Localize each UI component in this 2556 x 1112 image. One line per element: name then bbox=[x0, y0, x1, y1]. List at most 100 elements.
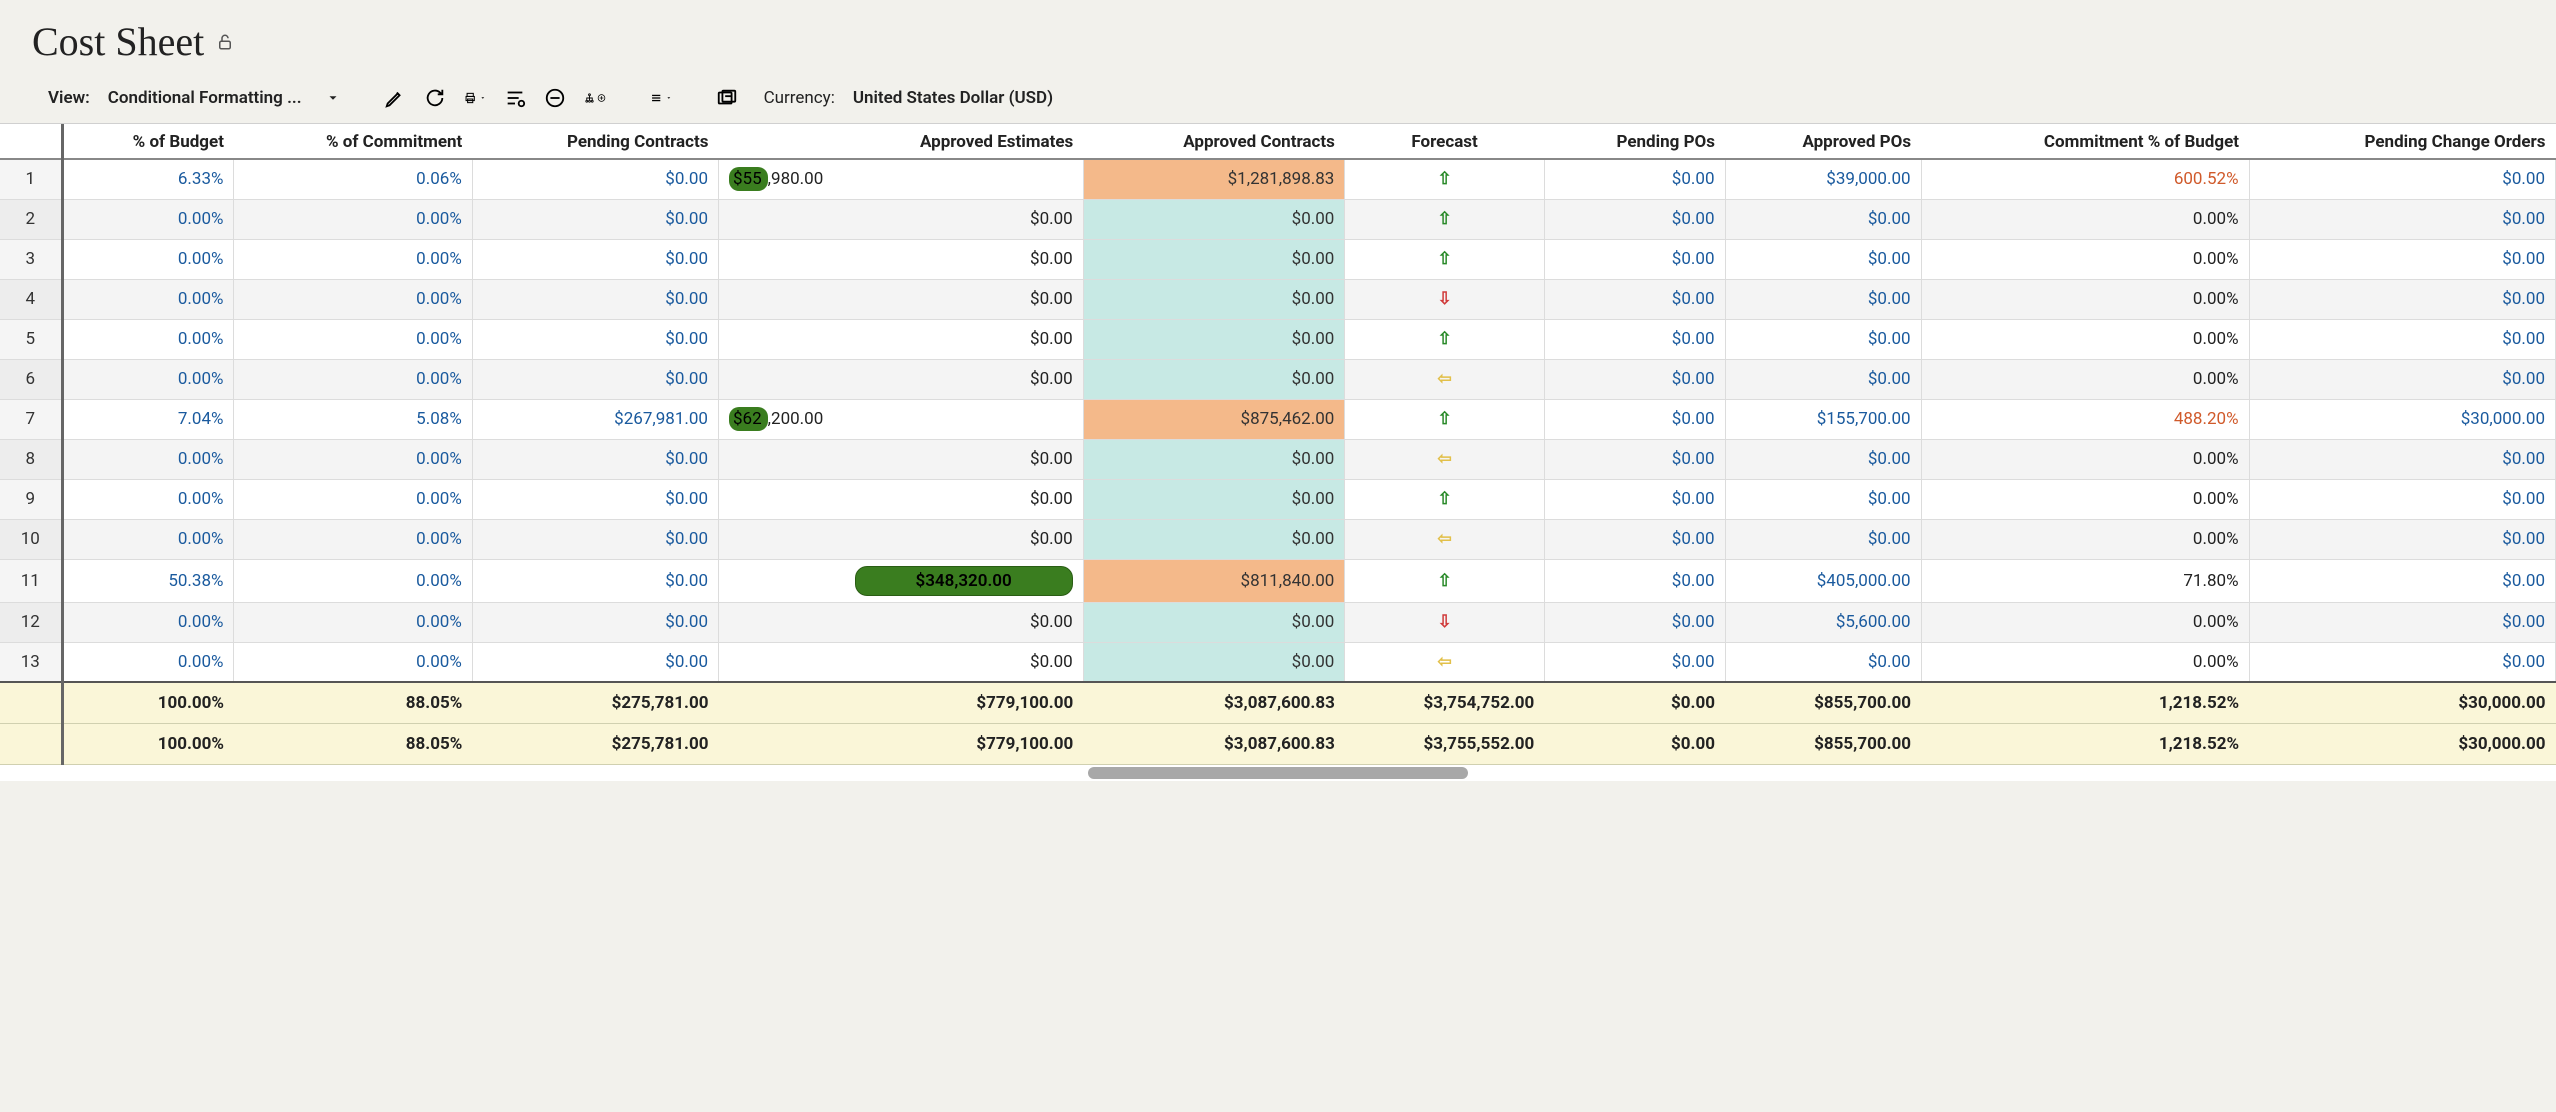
cell[interactable]: $0.00 bbox=[2249, 319, 2555, 359]
column-header[interactable]: Forecast bbox=[1345, 124, 1544, 159]
cell[interactable]: $0.00 bbox=[472, 319, 718, 359]
refresh-icon[interactable] bbox=[424, 87, 446, 109]
cell[interactable]: $0.00 bbox=[472, 359, 718, 399]
cell[interactable]: $0.00 bbox=[1544, 359, 1725, 399]
cell[interactable]: 0.00% bbox=[1921, 519, 2249, 559]
cell[interactable]: $0.00 bbox=[1725, 479, 1921, 519]
cell[interactable]: 0.00% bbox=[234, 479, 472, 519]
cell[interactable]: $0.00 bbox=[1544, 642, 1725, 682]
cell[interactable]: 0.00% bbox=[1921, 199, 2249, 239]
cell[interactable]: $0.00 bbox=[472, 239, 718, 279]
cell[interactable]: 0.00% bbox=[62, 479, 234, 519]
table-row[interactable]: 16.33%0.06%$0.00$55,980.00$1,281,898.83⇧… bbox=[0, 159, 2556, 199]
table-row[interactable]: 90.00%0.00%$0.00$0.00$0.00⇧$0.00$0.000.0… bbox=[0, 479, 2556, 519]
table-row[interactable]: 20.00%0.00%$0.00$0.00$0.00⇧$0.00$0.000.0… bbox=[0, 199, 2556, 239]
cell[interactable]: $0.00 bbox=[2249, 199, 2555, 239]
cell[interactable]: 0.00% bbox=[1921, 279, 2249, 319]
cell[interactable]: $0.00 bbox=[719, 279, 1084, 319]
cell[interactable]: $267,981.00 bbox=[472, 399, 718, 439]
cell[interactable]: $0.00 bbox=[1725, 239, 1921, 279]
currency-value[interactable]: United States Dollar (USD) bbox=[853, 88, 1053, 108]
cell[interactable]: $0.00 bbox=[1544, 439, 1725, 479]
cell[interactable]: 7.04% bbox=[62, 399, 234, 439]
cell[interactable]: $0.00 bbox=[1083, 439, 1345, 479]
cell[interactable]: $0.00 bbox=[472, 279, 718, 319]
column-header[interactable]: Pending Contracts bbox=[472, 124, 718, 159]
column-header[interactable]: Pending POs bbox=[1544, 124, 1725, 159]
forecast-indicator[interactable]: ⇧ bbox=[1345, 239, 1544, 279]
cell[interactable]: $0.00 bbox=[472, 602, 718, 642]
column-header[interactable]: Approved Contracts bbox=[1083, 124, 1345, 159]
cell[interactable]: 0.00% bbox=[234, 519, 472, 559]
edit-icon[interactable] bbox=[384, 87, 406, 109]
forecast-indicator[interactable]: ⇩ bbox=[1345, 279, 1544, 319]
cell[interactable]: $0.00 bbox=[1544, 159, 1725, 199]
cell[interactable]: 0.00% bbox=[234, 199, 472, 239]
cell[interactable]: 0.00% bbox=[62, 519, 234, 559]
cell[interactable]: 0.00% bbox=[234, 239, 472, 279]
cell[interactable]: 0.00% bbox=[1921, 359, 2249, 399]
column-header[interactable]: Approved POs bbox=[1725, 124, 1921, 159]
cell[interactable]: 0.00% bbox=[62, 279, 234, 319]
cell[interactable]: $5,600.00 bbox=[1725, 602, 1921, 642]
cell[interactable]: $62,200.00 bbox=[719, 399, 1084, 439]
cell[interactable]: 0.00% bbox=[234, 279, 472, 319]
cell[interactable]: $0.00 bbox=[472, 479, 718, 519]
cell[interactable]: $0.00 bbox=[1544, 602, 1725, 642]
cell[interactable]: $0.00 bbox=[2249, 359, 2555, 399]
cell[interactable]: 0.00% bbox=[62, 319, 234, 359]
cell[interactable]: $0.00 bbox=[719, 642, 1084, 682]
column-header[interactable]: % of Commitment bbox=[234, 124, 472, 159]
cell[interactable]: $30,000.00 bbox=[2249, 399, 2555, 439]
cell[interactable]: $0.00 bbox=[2249, 602, 2555, 642]
cell[interactable]: $0.00 bbox=[1083, 359, 1345, 399]
cell[interactable]: $0.00 bbox=[1544, 399, 1725, 439]
cell[interactable]: $0.00 bbox=[1725, 319, 1921, 359]
cell[interactable]: $0.00 bbox=[1083, 642, 1345, 682]
cell[interactable]: 0.00% bbox=[1921, 602, 2249, 642]
table-row[interactable]: 130.00%0.00%$0.00$0.00$0.00⇦$0.00$0.000.… bbox=[0, 642, 2556, 682]
currency-icon[interactable] bbox=[716, 87, 738, 109]
table-row[interactable]: 50.00%0.00%$0.00$0.00$0.00⇧$0.00$0.000.0… bbox=[0, 319, 2556, 359]
cell[interactable]: 6.33% bbox=[62, 159, 234, 199]
column-header[interactable]: Pending Change Orders bbox=[2249, 124, 2555, 159]
cell[interactable]: $0.00 bbox=[472, 642, 718, 682]
cell[interactable]: $0.00 bbox=[1544, 479, 1725, 519]
cell[interactable]: $0.00 bbox=[1725, 439, 1921, 479]
cell[interactable]: $0.00 bbox=[1725, 199, 1921, 239]
column-header[interactable]: % of Budget bbox=[62, 124, 234, 159]
cell[interactable]: $0.00 bbox=[472, 199, 718, 239]
table-row[interactable]: 120.00%0.00%$0.00$0.00$0.00⇩$0.00$5,600.… bbox=[0, 602, 2556, 642]
table-row[interactable]: 80.00%0.00%$0.00$0.00$0.00⇦$0.00$0.000.0… bbox=[0, 439, 2556, 479]
cell[interactable]: $0.00 bbox=[1083, 199, 1345, 239]
cell[interactable]: 0.00% bbox=[1921, 439, 2249, 479]
cell[interactable]: 0.00% bbox=[234, 319, 472, 359]
cell[interactable]: $0.00 bbox=[2249, 519, 2555, 559]
forecast-indicator[interactable]: ⇧ bbox=[1345, 479, 1544, 519]
forecast-indicator[interactable]: ⇧ bbox=[1345, 159, 1544, 199]
cell[interactable]: 600.52% bbox=[1921, 159, 2249, 199]
cell[interactable]: $0.00 bbox=[1083, 319, 1345, 359]
forecast-indicator[interactable]: ⇦ bbox=[1345, 359, 1544, 399]
table-row[interactable]: 77.04%5.08%$267,981.00$62,200.00$875,462… bbox=[0, 399, 2556, 439]
cell[interactable]: 0.00% bbox=[1921, 319, 2249, 359]
cell[interactable]: 50.38% bbox=[62, 559, 234, 602]
cell[interactable]: $1,281,898.83 bbox=[1083, 159, 1345, 199]
cell[interactable]: $405,000.00 bbox=[1725, 559, 1921, 602]
cell[interactable]: $0.00 bbox=[1544, 279, 1725, 319]
cell[interactable]: 0.00% bbox=[62, 239, 234, 279]
cell[interactable]: $0.00 bbox=[2249, 159, 2555, 199]
cell[interactable]: $0.00 bbox=[472, 159, 718, 199]
forecast-indicator[interactable]: ⇧ bbox=[1345, 319, 1544, 359]
cell[interactable]: $0.00 bbox=[2249, 479, 2555, 519]
column-header[interactable]: Approved Estimates bbox=[719, 124, 1084, 159]
cell[interactable]: $0.00 bbox=[1725, 279, 1921, 319]
table-row[interactable]: 60.00%0.00%$0.00$0.00$0.00⇦$0.00$0.000.0… bbox=[0, 359, 2556, 399]
cell[interactable]: $0.00 bbox=[1725, 642, 1921, 682]
forecast-indicator[interactable]: ⇧ bbox=[1345, 559, 1544, 602]
cell[interactable]: $0.00 bbox=[719, 439, 1084, 479]
cell[interactable]: $155,700.00 bbox=[1725, 399, 1921, 439]
forecast-indicator[interactable]: ⇧ bbox=[1345, 399, 1544, 439]
cell[interactable]: $0.00 bbox=[719, 359, 1084, 399]
cell[interactable]: $348,320.00 bbox=[719, 559, 1084, 602]
